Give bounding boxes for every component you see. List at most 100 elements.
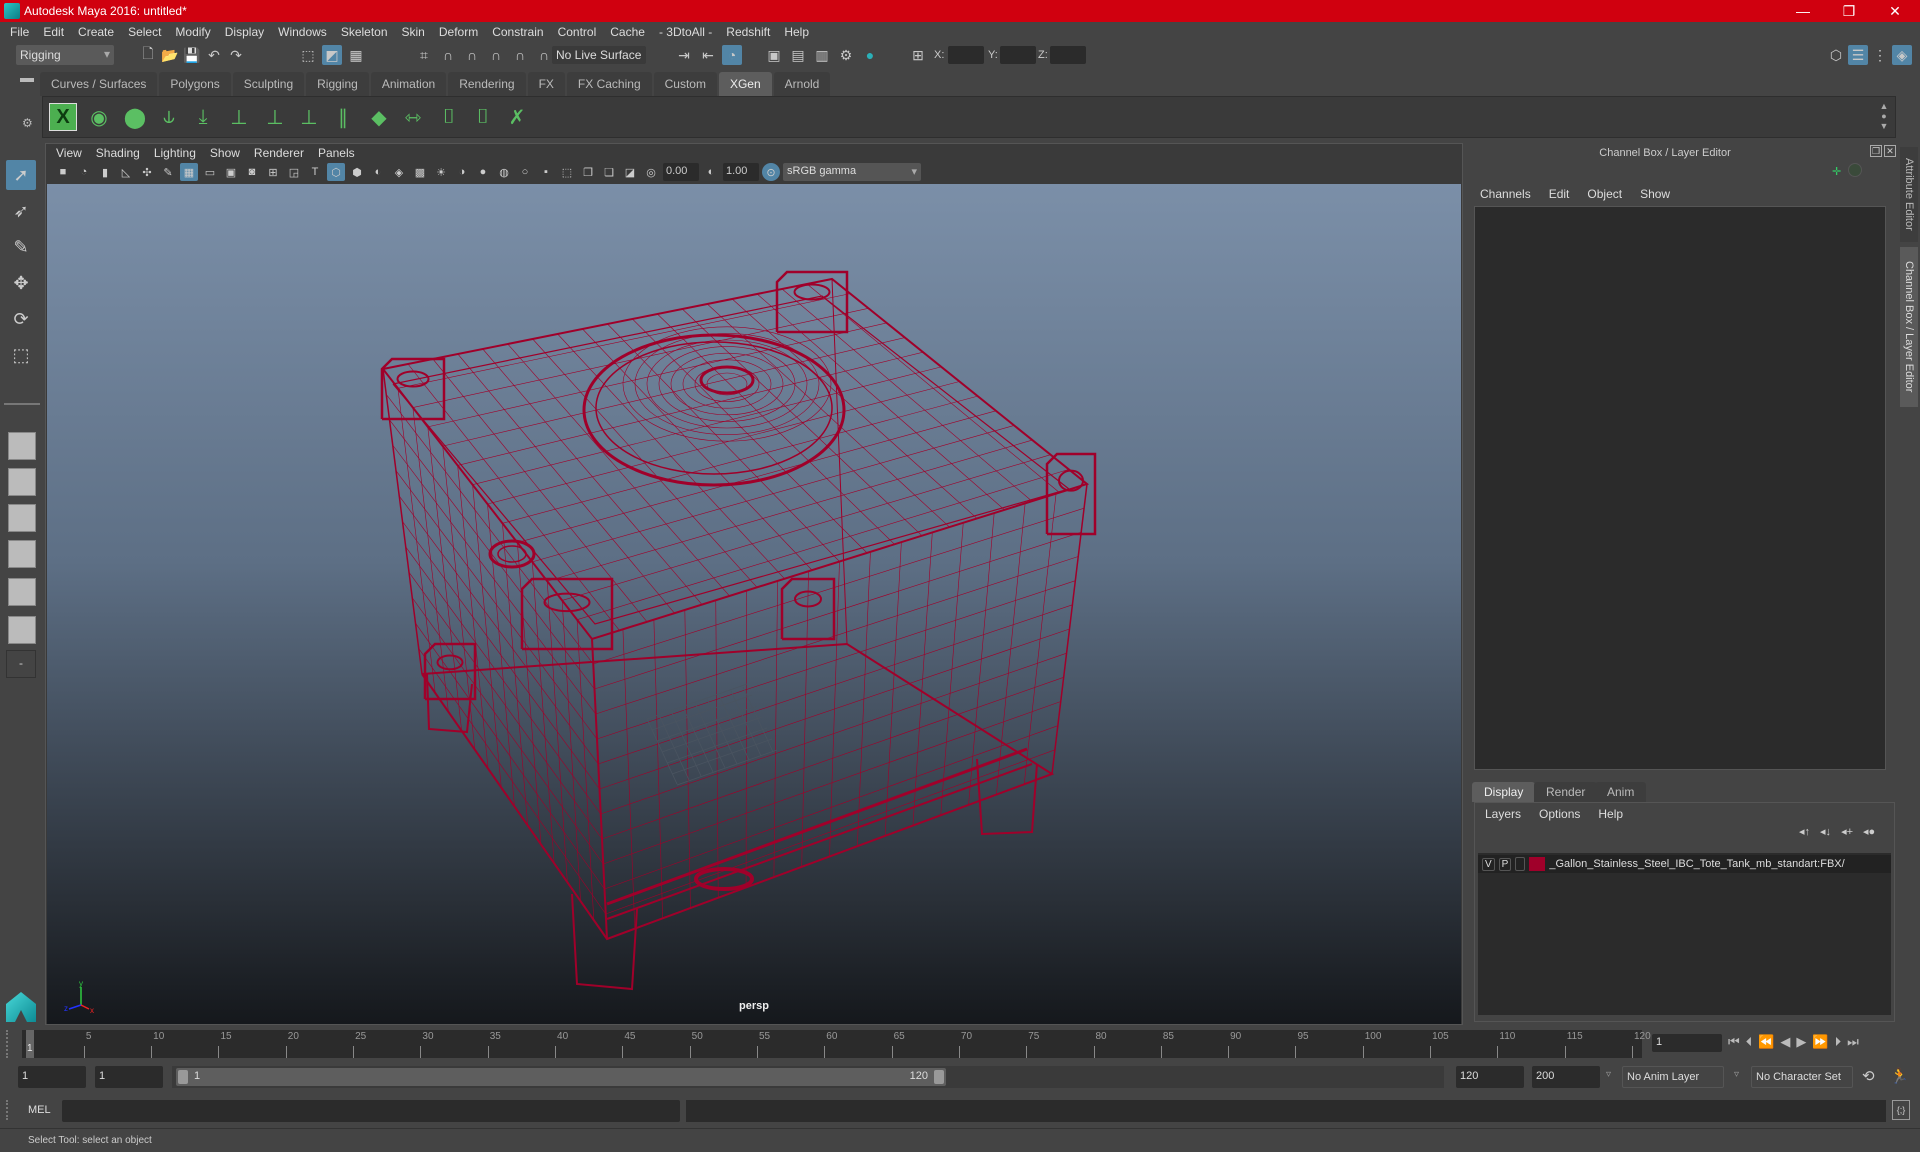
gamma-field[interactable]: 1.00 xyxy=(723,163,759,181)
render-settings-icon[interactable]: ⚙ xyxy=(836,45,856,65)
play-forwards-icon[interactable]: ▶ xyxy=(1796,1034,1806,1050)
motion-blur-icon[interactable]: ◍ xyxy=(495,163,513,181)
menu-redshift[interactable]: Redshift xyxy=(726,25,770,39)
render-frame-icon[interactable]: ▤ xyxy=(788,45,808,65)
comb-guides-icon[interactable]: ∥ xyxy=(329,103,357,131)
image-plane-icon[interactable]: ◺ xyxy=(117,163,135,181)
input-ops-icon[interactable]: ⇥ xyxy=(674,45,694,65)
guide-bounds-icon[interactable]: ⌷ xyxy=(469,103,497,131)
shadows-icon[interactable]: ◑ xyxy=(453,163,471,181)
construction-history-icon[interactable]: ◔ xyxy=(722,45,742,65)
shelf-settings-gear-icon[interactable]: ⚙ xyxy=(22,116,33,130)
shelf-tab-sculpting[interactable]: Sculpting xyxy=(232,72,305,96)
vp-menu-view[interactable]: View xyxy=(56,146,82,160)
time-slider[interactable]: 1 5 10 15 20 25 30 35 40 45 50 55 60 65 70 75 80 85 90 95 1… xyxy=(22,1030,1651,1058)
shelf-tab-arnold[interactable]: Arnold xyxy=(773,72,831,96)
step-back-frame-icon[interactable]: ⏴︎ xyxy=(1746,1034,1753,1050)
select-by-hierarchy-icon[interactable]: ⬚ xyxy=(298,45,318,65)
channel-box-side-tab[interactable]: Channel Box / Layer Editor xyxy=(1900,247,1918,407)
move-layer-down-icon[interactable]: ◂↓ xyxy=(1820,825,1831,838)
timeline-handle[interactable] xyxy=(6,1030,12,1058)
attribute-editor-toggle-icon[interactable]: ☰ xyxy=(1848,45,1868,65)
ibc-tote-tank-wireframe[interactable] xyxy=(47,184,1461,1024)
shelf-tab-custom[interactable]: Custom xyxy=(653,72,717,96)
textured-icon[interactable]: ▩ xyxy=(411,163,429,181)
scale-tool-icon[interactable]: ⬚ xyxy=(6,340,36,370)
y-field[interactable] xyxy=(1000,46,1036,64)
layer-menu-options[interactable]: Options xyxy=(1539,807,1580,821)
minimize-button[interactable]: — xyxy=(1780,0,1826,22)
script-editor-icon[interactable]: {;} xyxy=(1892,1100,1910,1120)
new-scene-icon[interactable]: 🗋 xyxy=(138,45,158,65)
tool-settings-icon[interactable]: ⋮ xyxy=(1870,45,1890,65)
channel-box-toggle-icon[interactable]: ◈ xyxy=(1892,45,1912,65)
chevron-down-icon[interactable]: ▿ xyxy=(1734,1069,1739,1080)
rotate-tool-icon[interactable]: ⟳ xyxy=(6,304,36,334)
menu-3dtoall[interactable]: - 3DtoAll - xyxy=(659,25,712,39)
single-perspective-layout-icon[interactable] xyxy=(8,432,36,460)
use-all-lights-icon[interactable]: ☀ xyxy=(432,163,450,181)
layer-visibility-toggle[interactable]: V xyxy=(1482,857,1495,871)
layer-tab-render[interactable]: Render xyxy=(1534,782,1598,802)
xray-active-icon[interactable]: ❏ xyxy=(600,163,618,181)
z-field[interactable] xyxy=(1050,46,1086,64)
command-line-handle[interactable] xyxy=(6,1100,8,1120)
undo-icon[interactable]: ↶ xyxy=(204,45,224,65)
exposure-icon[interactable]: ◎ xyxy=(642,163,660,181)
lock-guides-icon[interactable]: ⊥ xyxy=(295,103,323,131)
range-end-handle[interactable] xyxy=(934,1070,944,1084)
layer-name[interactable]: _Gallon_Stainless_Steel_IBC_Tote_Tank_mb… xyxy=(1549,858,1844,870)
vp-menu-panels[interactable]: Panels xyxy=(318,146,355,160)
persp-graph-outliner-layout-icon[interactable] xyxy=(8,616,36,644)
modeling-toolkit-icon[interactable]: ⬡ xyxy=(1826,45,1846,65)
snap-curve-icon[interactable]: ∩ xyxy=(438,45,458,65)
move-guides-icon[interactable]: ⤓ xyxy=(189,103,217,131)
render-view-icon[interactable]: ▣ xyxy=(764,45,784,65)
shelf-tab-xgen[interactable]: XGen xyxy=(718,72,772,96)
film-gate-icon[interactable]: ▭ xyxy=(201,163,219,181)
shelf-scroll[interactable]: ▲ ● ▼ xyxy=(1877,101,1891,133)
snap-grid-icon[interactable]: ⌗ xyxy=(414,45,434,65)
layer-tab-display[interactable]: Display xyxy=(1472,782,1536,802)
ipr-render-icon[interactable]: ▥ xyxy=(812,45,832,65)
camera-select-icon[interactable]: ■ xyxy=(54,163,72,181)
anim-layer-dropdown[interactable]: No Anim Layer xyxy=(1622,1066,1724,1088)
perspective-view[interactable]: y z x persp xyxy=(47,184,1461,1024)
layer-row[interactable]: V P _Gallon_Stainless_Steel_IBC_Tote_Tan… xyxy=(1478,855,1891,873)
exposure-field[interactable]: 0.00 xyxy=(663,163,699,181)
select-tool-icon[interactable]: ➚ xyxy=(6,160,36,190)
colorspace-dropdown[interactable]: sRGB gamma ▾ xyxy=(783,163,921,181)
animation-preferences-icon[interactable]: 🏃 xyxy=(1890,1067,1909,1085)
move-tool-icon[interactable]: ✥ xyxy=(6,268,36,298)
hypershade-icon[interactable]: ● xyxy=(860,45,880,65)
menu-select[interactable]: Select xyxy=(128,25,161,39)
wireframe-icon[interactable]: ⬡ xyxy=(327,163,345,181)
menu-display[interactable]: Display xyxy=(225,25,264,39)
bookmark-icon[interactable]: ▮ xyxy=(96,163,114,181)
live-surface-field[interactable]: No Live Surface xyxy=(552,46,646,64)
close-button[interactable]: ✕ xyxy=(1872,0,1918,22)
menu-help[interactable]: Help xyxy=(784,25,809,39)
depth-of-field-icon[interactable]: ▪ xyxy=(537,163,555,181)
guide-width-icon[interactable]: ⇿ xyxy=(399,103,427,131)
menu-constrain[interactable]: Constrain xyxy=(492,25,543,39)
grid-icon[interactable]: ▦ xyxy=(180,163,198,181)
field-chart-icon[interactable]: ⊞ xyxy=(264,163,282,181)
create-collection-icon[interactable]: ⬤ xyxy=(121,103,149,131)
menu-modify[interactable]: Modify xyxy=(175,25,210,39)
layer-playback-toggle[interactable]: P xyxy=(1498,857,1512,871)
output-ops-icon[interactable]: ⇤ xyxy=(698,45,718,65)
add-guide-icon[interactable]: ⊥ xyxy=(225,103,253,131)
camera-attributes-icon[interactable]: ◔ xyxy=(75,163,93,181)
menu-skeleton[interactable]: Skeleton xyxy=(341,25,388,39)
xray-joints-icon[interactable]: ◪ xyxy=(621,163,639,181)
cb-menu-edit[interactable]: Edit xyxy=(1549,187,1570,201)
float-panel-icon[interactable]: ❐ xyxy=(1870,145,1882,157)
shelf-tab-polygons[interactable]: Polygons xyxy=(159,72,231,96)
isolate-select-icon[interactable]: ⬚ xyxy=(558,163,576,181)
create-description-icon[interactable]: ◉ xyxy=(85,103,113,131)
script-language-toggle[interactable]: MEL xyxy=(28,1104,51,1116)
delete-guides-icon[interactable]: ✗ xyxy=(503,103,531,131)
manipulator-axis-icon[interactable]: ✛ xyxy=(1832,165,1841,178)
layer-color-swatch[interactable] xyxy=(1529,857,1546,871)
